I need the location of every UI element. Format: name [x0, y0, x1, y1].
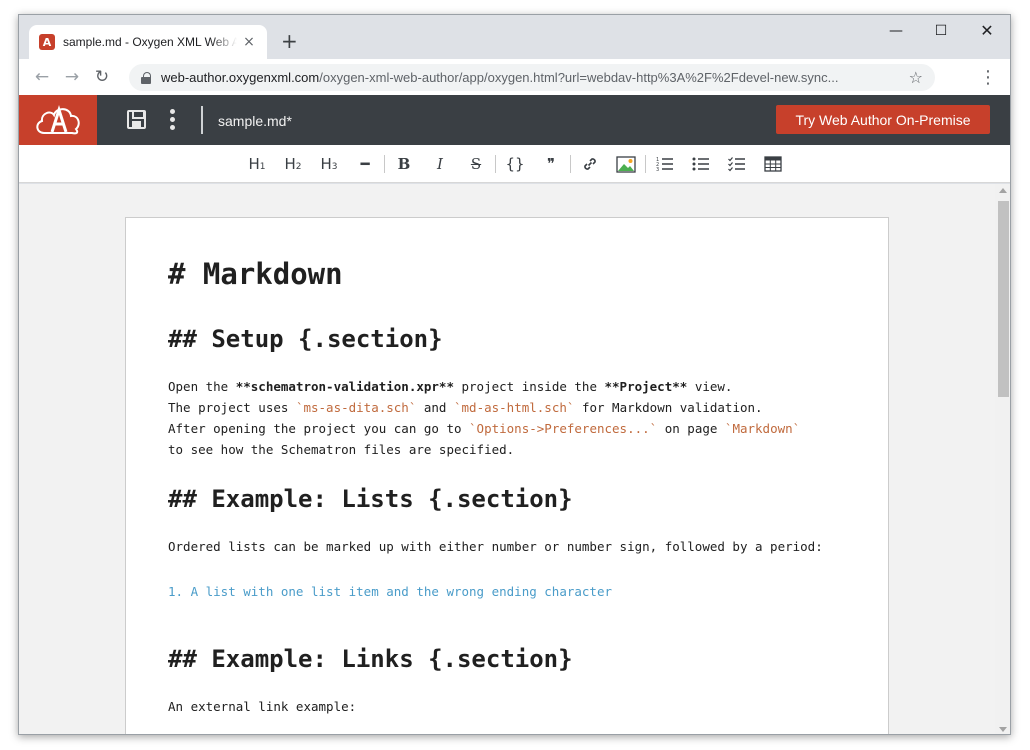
- url-host: web-author.oxygenxml.com: [161, 70, 320, 85]
- browser-window: A sample.md - Oxygen XML Web Author × + …: [18, 14, 1011, 735]
- setup-code-text: `md-as-html.sch`: [454, 400, 575, 415]
- task-list-icon[interactable]: [719, 152, 755, 176]
- setup-code-text: `Markdown`: [724, 421, 801, 436]
- scrollbar-thumb[interactable]: [998, 201, 1009, 397]
- toolbar-separator: [495, 155, 496, 173]
- formatting-toolbar: H1 H2 H3 ━ B I S {} ❞ 123: [19, 145, 1010, 183]
- scroll-down-icon[interactable]: [999, 727, 1007, 732]
- reload-icon[interactable]: ↻: [87, 67, 117, 87]
- unordered-list-icon[interactable]: [683, 152, 719, 176]
- back-icon[interactable]: ←: [27, 67, 57, 87]
- setup-text: to see how the Schematron files are spec…: [168, 442, 515, 457]
- heading1-num: 1: [259, 162, 266, 172]
- oxygen-favicon-icon: A: [39, 34, 55, 50]
- setup-text: on page: [657, 421, 725, 436]
- bold-button[interactable]: B: [386, 152, 422, 176]
- strikethrough-button[interactable]: S: [458, 152, 494, 176]
- address-bar[interactable]: web-author.oxygenxml.com/oxygen-xml-web-…: [129, 64, 935, 91]
- heading-lists[interactable]: ## Example: Lists {.section}: [168, 484, 846, 514]
- heading2-label: H: [284, 155, 296, 173]
- header-divider: [201, 106, 203, 134]
- oxygen-logo[interactable]: [19, 95, 97, 145]
- lock-icon[interactable]: [141, 71, 151, 84]
- link-icon[interactable]: [572, 152, 608, 176]
- toolbar-separator: [645, 155, 646, 173]
- setup-code-text: `ms-as-dita.sch`: [295, 400, 417, 415]
- minimize-icon[interactable]: —: [881, 21, 911, 41]
- heading3-num: 3: [331, 162, 338, 172]
- setup-bold-text: **schematron-validation.xpr**: [235, 379, 454, 394]
- setup-text: for Markdown validation.: [574, 400, 763, 415]
- tab-title: sample.md - Oxygen XML Web Author: [63, 35, 237, 49]
- app-header: sample.md* Try Web Author On-Premise: [19, 95, 1010, 145]
- more-options-icon[interactable]: [168, 109, 176, 131]
- image-icon[interactable]: [608, 152, 644, 176]
- document-page[interactable]: # Markdown ## Setup {.section} Open the …: [125, 217, 889, 734]
- editor-scrollbar[interactable]: [995, 184, 1010, 734]
- setup-text: Open the: [168, 379, 236, 394]
- document-name: sample.md*: [218, 113, 292, 129]
- setup-bold-text: **Project**: [604, 379, 688, 394]
- lists-paragraph[interactable]: Ordered lists can be marked up with eith…: [168, 536, 846, 557]
- setup-code-text: `Options->Preferences...`: [469, 421, 658, 436]
- list-item[interactable]: 1. A list with one list item and the wro…: [168, 581, 846, 602]
- heading2-button[interactable]: H2: [275, 152, 311, 176]
- forward-icon[interactable]: →: [57, 67, 87, 87]
- horizontal-rule-icon[interactable]: ━: [347, 152, 383, 176]
- url-path: /oxygen-xml-web-author/app/oxygen.html?u…: [319, 70, 839, 85]
- heading1-button[interactable]: H1: [239, 152, 275, 176]
- svg-text:3: 3: [656, 167, 659, 172]
- setup-text: project inside the: [453, 379, 605, 394]
- setup-text: After opening the project you can go to: [168, 421, 470, 436]
- save-icon[interactable]: [127, 110, 146, 129]
- maximize-icon[interactable]: ☐: [926, 21, 956, 41]
- setup-text: view.: [687, 379, 733, 394]
- heading-setup[interactable]: ## Setup {.section}: [168, 324, 846, 354]
- bookmark-star-icon[interactable]: ☆: [909, 68, 923, 87]
- heading-links[interactable]: ## Example: Links {.section}: [168, 644, 846, 674]
- toolbar-separator: [570, 155, 571, 173]
- heading3-button[interactable]: H3: [311, 152, 347, 176]
- setup-paragraph[interactable]: Open the **schematron-validation.xpr** p…: [168, 376, 846, 460]
- tab-close-icon[interactable]: ×: [241, 34, 257, 50]
- try-on-premise-button[interactable]: Try Web Author On-Premise: [776, 105, 990, 134]
- ordered-list-icon[interactable]: 123: [647, 152, 683, 176]
- browser-menu-icon[interactable]: ⋮: [979, 67, 997, 88]
- tab-strip: A sample.md - Oxygen XML Web Author × + …: [19, 15, 1010, 59]
- toolbar-separator: [384, 155, 385, 173]
- browser-toolbar: ← → ↻ web-author.oxygenxml.com/oxygen-xm…: [19, 59, 1010, 95]
- new-tab-button[interactable]: +: [281, 30, 298, 52]
- editor-area[interactable]: # Markdown ## Setup {.section} Open the …: [19, 184, 995, 734]
- url-text[interactable]: web-author.oxygenxml.com/oxygen-xml-web-…: [161, 70, 901, 85]
- links-paragraph[interactable]: An external link example:: [168, 696, 846, 717]
- italic-button[interactable]: I: [422, 152, 458, 176]
- scroll-up-icon[interactable]: [999, 188, 1007, 193]
- code-icon[interactable]: {}: [497, 152, 533, 176]
- heading1-label: H: [248, 155, 260, 173]
- heading3-label: H: [320, 155, 332, 173]
- quote-icon[interactable]: ❞: [533, 152, 569, 176]
- setup-text: and: [416, 400, 454, 415]
- heading-markdown[interactable]: # Markdown: [168, 256, 846, 292]
- close-window-icon[interactable]: ✕: [972, 21, 1002, 41]
- browser-tab[interactable]: A sample.md - Oxygen XML Web Author ×: [29, 25, 267, 59]
- heading2-num: 2: [295, 162, 302, 172]
- setup-text: The project uses: [168, 400, 296, 415]
- table-icon[interactable]: [755, 152, 791, 176]
- cloud-a-logo-icon: [36, 105, 80, 135]
